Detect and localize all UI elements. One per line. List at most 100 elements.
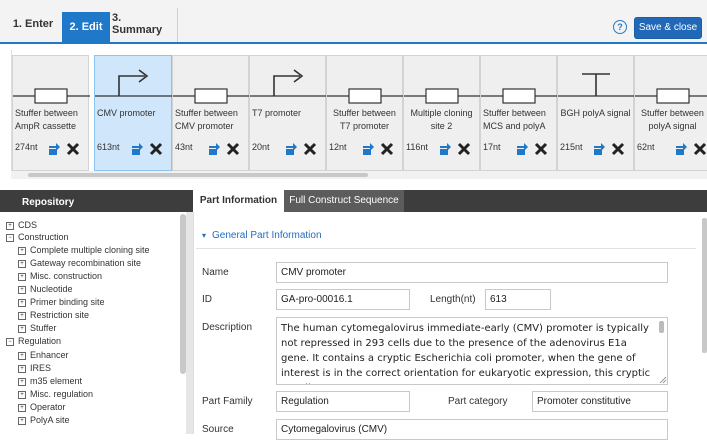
part-name: Stuffer between MCS and polyA xyxy=(483,108,546,131)
part-category-label: Part category xyxy=(448,396,508,407)
part-length: 116nt xyxy=(406,142,428,152)
tree-item[interactable]: + Restriction site xyxy=(18,310,89,321)
step-tab-summary[interactable]: 3. Summary xyxy=(112,10,174,38)
part-card[interactable]: Multiple cloning site 2 116nt xyxy=(403,55,481,171)
part-length: 17nt xyxy=(483,142,501,152)
section-toggle[interactable]: ▾ General Part Information xyxy=(202,230,322,241)
id-field[interactable]: GA-pro-00016.1 xyxy=(276,289,410,310)
name-field[interactable]: CMV promoter xyxy=(276,262,668,283)
name-label: Name xyxy=(202,267,229,278)
tree-item[interactable]: + Stuffer xyxy=(18,323,56,334)
part-name: CMV promoter xyxy=(97,108,156,118)
tree-item[interactable]: + PolyA site xyxy=(18,415,70,426)
delete-part-icon[interactable] xyxy=(457,142,471,156)
parts-scrollbar-thumb[interactable] xyxy=(28,173,368,177)
expand-plus-icon[interactable]: + xyxy=(6,221,14,230)
expand-plus-icon[interactable]: + xyxy=(18,259,26,268)
chevron-down-icon: ▾ xyxy=(202,231,207,240)
tree-item[interactable]: − Regulation xyxy=(6,336,61,347)
delete-part-icon[interactable] xyxy=(149,142,163,156)
part-card-selected[interactable]: CMV promoter 613nt xyxy=(94,55,173,171)
replace-part-icon[interactable] xyxy=(209,143,220,155)
part-card[interactable]: Stuffer between T7 promoter 12nt xyxy=(326,55,404,171)
stuffer-glyph-icon xyxy=(13,88,90,104)
delete-part-icon[interactable] xyxy=(534,142,548,156)
terminator-icon xyxy=(558,73,635,97)
delete-part-icon[interactable] xyxy=(303,142,317,156)
replace-part-icon[interactable] xyxy=(363,143,374,155)
expand-plus-icon[interactable]: + xyxy=(18,298,26,307)
help-icon[interactable]: ? xyxy=(613,20,627,34)
source-field[interactable]: Cytomegalovirus (CMV) xyxy=(276,419,668,440)
header-divider xyxy=(177,8,178,42)
part-card[interactable]: T7 promoter 20nt xyxy=(249,55,327,171)
expand-plus-icon[interactable]: + xyxy=(18,390,26,399)
part-card[interactable]: Stuffer between AmpR cassette 274nt xyxy=(12,55,90,171)
step-tab-edit[interactable]: 2. Edit xyxy=(62,12,110,42)
panel-splitter[interactable] xyxy=(186,212,193,434)
tree-item[interactable]: + Misc. construction xyxy=(18,271,102,282)
repository-tree: + CDS − Construction + Complete multiple cl… xyxy=(0,212,186,434)
replace-part-icon[interactable] xyxy=(594,143,605,155)
part-card[interactable]: Stuffer between polyA signal 62nt xyxy=(634,55,707,171)
tree-item[interactable]: + Nucleotide xyxy=(18,284,73,295)
save-close-button[interactable]: Save & close xyxy=(634,17,702,39)
stuffer-glyph-icon xyxy=(635,88,707,104)
tree-item[interactable]: + CDS xyxy=(6,220,37,231)
part-family-field[interactable]: Regulation xyxy=(276,391,410,412)
expand-plus-icon[interactable]: + xyxy=(18,285,26,294)
expand-plus-icon[interactable]: + xyxy=(18,246,26,255)
part-card[interactable]: Stuffer between CMV promoter 43nt xyxy=(172,55,250,171)
part-length: 43nt xyxy=(175,142,193,152)
expand-plus-icon[interactable]: + xyxy=(18,311,26,320)
tree-item[interactable]: + Gateway recombination site xyxy=(18,258,141,269)
description-scrollbar[interactable] xyxy=(659,321,664,333)
description-textarea[interactable]: The human cytomegalovirus immediate-earl… xyxy=(276,317,668,385)
stuffer-glyph-icon xyxy=(404,88,481,104)
resize-handle-icon[interactable] xyxy=(659,376,667,384)
replace-part-icon[interactable] xyxy=(132,143,143,155)
tree-item[interactable]: + Operator xyxy=(18,402,66,413)
expand-plus-icon[interactable]: + xyxy=(18,416,26,425)
tree-item[interactable]: + m35 element xyxy=(18,376,82,387)
expand-plus-icon[interactable]: + xyxy=(18,272,26,281)
expand-plus-icon[interactable]: + xyxy=(18,377,26,386)
tree-item[interactable]: + Enhancer xyxy=(18,350,69,361)
tree-item[interactable]: + IRES xyxy=(18,363,51,374)
length-field[interactable]: 613 xyxy=(485,289,551,310)
delete-part-icon[interactable] xyxy=(66,142,80,156)
tree-item[interactable]: − Construction xyxy=(6,232,69,243)
expand-plus-icon[interactable]: + xyxy=(18,351,26,360)
replace-part-icon[interactable] xyxy=(440,143,451,155)
step-tab-enter[interactable]: 1. Enter xyxy=(6,10,60,38)
part-card[interactable]: Stuffer between MCS and polyA 17nt xyxy=(480,55,558,171)
replace-part-icon[interactable] xyxy=(286,143,297,155)
expand-plus-icon[interactable]: + xyxy=(18,324,26,333)
tab-part-information[interactable]: Part Information xyxy=(193,190,284,212)
collapse-minus-icon[interactable]: − xyxy=(6,233,14,242)
section-title: General Part Information xyxy=(212,230,322,241)
expand-plus-icon[interactable]: + xyxy=(18,403,26,412)
part-category-field[interactable]: Promoter constitutive xyxy=(532,391,668,412)
replace-part-icon[interactable] xyxy=(49,143,60,155)
delete-part-icon[interactable] xyxy=(380,142,394,156)
replace-part-icon[interactable] xyxy=(676,143,687,155)
part-length: 613nt xyxy=(97,142,120,152)
form-scrollbar[interactable] xyxy=(702,218,707,353)
tree-item[interactable]: + Complete multiple cloning site xyxy=(18,245,150,256)
stuffer-glyph-icon xyxy=(173,88,250,104)
stuffer-glyph-icon xyxy=(481,88,558,104)
part-card[interactable]: BGH polyA signal 215nt xyxy=(557,55,635,171)
collapse-minus-icon[interactable]: − xyxy=(6,337,14,346)
replace-part-icon[interactable] xyxy=(517,143,528,155)
tab-full-construct-sequence[interactable]: Full Construct Sequence xyxy=(284,190,404,212)
header-accent-line xyxy=(0,42,707,44)
expand-plus-icon[interactable]: + xyxy=(18,364,26,373)
length-label: Length(nt) xyxy=(430,294,476,305)
part-name: Stuffer between CMV promoter xyxy=(175,108,238,131)
tree-item[interactable]: + Primer binding site xyxy=(18,297,105,308)
delete-part-icon[interactable] xyxy=(611,142,625,156)
tree-item[interactable]: + Misc. regulation xyxy=(18,389,93,400)
delete-part-icon[interactable] xyxy=(226,142,240,156)
delete-part-icon[interactable] xyxy=(693,142,707,156)
